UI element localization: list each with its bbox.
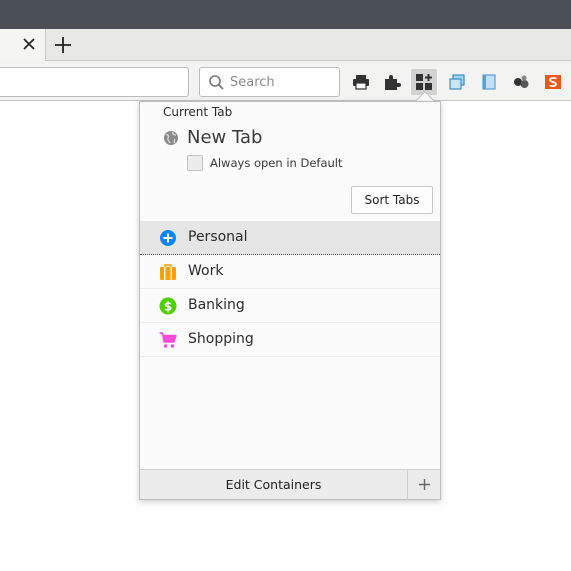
stacked-windows-icon — [449, 74, 465, 90]
tab-strip — [0, 29, 571, 61]
extension-s-button[interactable] — [540, 69, 566, 95]
containers-icon — [416, 74, 432, 90]
dollar-icon: $ — [159, 297, 177, 315]
container-item-personal[interactable]: Personal — [140, 221, 440, 255]
window-titlebar — [0, 0, 571, 29]
puzzle-icon — [385, 75, 401, 90]
container-item-work[interactable]: Work — [140, 255, 440, 289]
fingerprint-plus-icon — [160, 230, 176, 246]
search-icon — [209, 75, 224, 90]
current-tab-title: New Tab — [187, 127, 263, 148]
add-container-button[interactable] — [407, 470, 440, 500]
reader-button[interactable] — [476, 69, 502, 95]
url-bar[interactable] — [0, 67, 189, 97]
container-list: Personal Work $ Banking Shopping — [140, 221, 440, 357]
close-tab-icon[interactable] — [21, 36, 37, 52]
search-input[interactable] — [230, 72, 334, 92]
s-logo-icon — [545, 75, 561, 89]
containers-panel: Current Tab New Tab Always open in Defau… — [139, 101, 441, 500]
cart-icon — [159, 332, 177, 348]
spheres-icon — [514, 75, 529, 88]
always-open-label: Always open in Default — [210, 156, 343, 170]
container-label: Work — [188, 263, 224, 279]
search-bar[interactable] — [199, 67, 340, 97]
container-label: Shopping — [188, 331, 254, 347]
plus-icon — [419, 479, 430, 490]
printer-icon — [353, 75, 369, 90]
briefcase-icon — [160, 264, 176, 280]
print-button[interactable] — [348, 69, 374, 95]
globe-icon — [164, 131, 178, 145]
always-open-checkbox[interactable] — [187, 155, 203, 171]
addons-button[interactable] — [379, 69, 405, 95]
edit-containers-button[interactable]: Edit Containers — [140, 470, 407, 500]
book-icon — [482, 74, 496, 90]
panel-footer: Edit Containers — [140, 469, 440, 500]
new-tab-button[interactable] — [52, 34, 74, 56]
navigation-toolbar — [0, 61, 571, 101]
current-tab-heading: Current Tab — [163, 105, 233, 119]
container-label: Personal — [188, 229, 248, 245]
sort-tabs-button[interactable]: Sort Tabs — [351, 186, 433, 214]
browser-tab[interactable] — [0, 29, 46, 61]
svg-text:$: $ — [164, 300, 172, 314]
container-item-banking[interactable]: $ Banking — [140, 289, 440, 323]
tab-groups-button[interactable] — [444, 69, 470, 95]
container-item-shopping[interactable]: Shopping — [140, 323, 440, 357]
extension-button[interactable] — [508, 69, 534, 95]
container-label: Banking — [188, 297, 245, 313]
